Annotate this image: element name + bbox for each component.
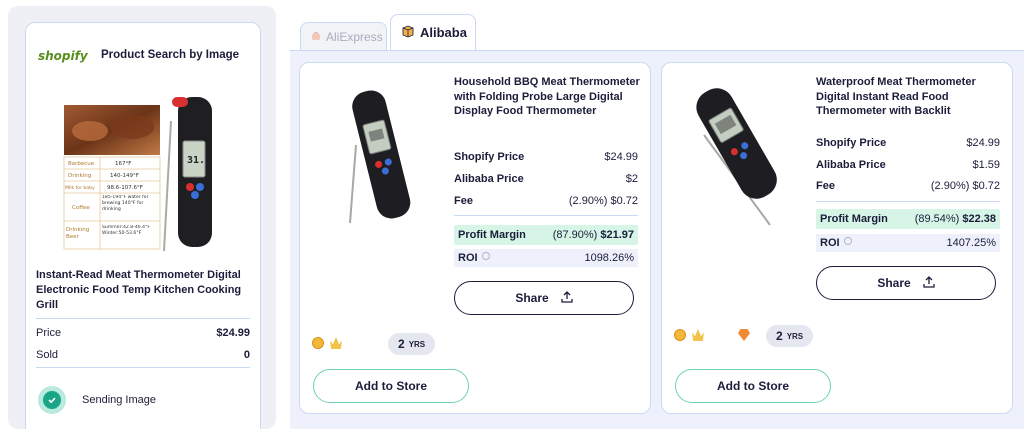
- shopify-price-row: Shopify Price $24.99: [454, 151, 638, 163]
- source-product-card: shopify Product Search by Image Barbecue…: [25, 22, 261, 429]
- image-table-value: 98.6-107.6°F: [107, 185, 143, 191]
- profit-margin-value: $22.38: [962, 213, 996, 225]
- add-to-store-button[interactable]: Add to Store: [675, 369, 831, 403]
- source-product-title: Instant-Read Meat Thermometer Digital El…: [36, 269, 242, 311]
- product-card: Waterproof Meat Thermometer Digital Inst…: [661, 62, 1013, 414]
- image-table-label: Coffee: [72, 205, 90, 211]
- crown-icon: [692, 329, 704, 341]
- shopify-price-label: Shopify Price: [816, 137, 887, 149]
- profit-margin-row: Profit Margin (87.90%) $21.97: [454, 225, 638, 245]
- alibaba-price-label: Alibaba Price: [816, 159, 886, 171]
- roi-label: ROI: [458, 252, 478, 264]
- alibaba-price-value: $2: [625, 173, 638, 185]
- years-value: 2: [776, 329, 783, 343]
- alibaba-price-row: Alibaba Price $1.59: [816, 159, 1000, 171]
- profit-margin-percent: (89.54%): [914, 213, 960, 225]
- roi-value: 1407.25%: [946, 237, 996, 249]
- source-product-image: Barbecue 167°F Drinking 140-149°F Milk f…: [60, 91, 230, 256]
- aliexpress-icon: [311, 30, 321, 44]
- price-label: Price: [36, 327, 62, 339]
- fee-label: Fee: [454, 195, 473, 207]
- share-label: Share: [515, 291, 549, 305]
- shopify-price-label: Shopify Price: [454, 151, 525, 163]
- product-image[interactable]: [674, 75, 800, 235]
- search-panel: shopify Product Search by Image Barbecue…: [8, 6, 276, 429]
- image-table-value: 167°F: [115, 161, 131, 167]
- panel-title: Product Search by Image: [101, 49, 240, 61]
- image-table-label: Drinking: [68, 173, 91, 179]
- tab-aliexpress[interactable]: AliExpress: [300, 22, 387, 50]
- add-to-store-button[interactable]: Add to Store: [313, 369, 469, 403]
- years-unit: YRS: [786, 331, 804, 341]
- info-icon[interactable]: [843, 237, 852, 245]
- product-image[interactable]: [312, 75, 438, 235]
- supplier-years-badge: 2 YRS: [766, 325, 814, 347]
- divider: [36, 367, 250, 368]
- supplier-badges: [674, 329, 750, 341]
- coin-icon: [674, 329, 686, 341]
- profit-margin-percent: (87.90%): [552, 229, 598, 241]
- years-value: 2: [398, 337, 405, 351]
- sold-row: Sold 0: [36, 349, 250, 361]
- fee-row: Fee (2.90%) $0.72: [454, 195, 638, 207]
- divider: [454, 215, 638, 216]
- shopify-price-row: Shopify Price $24.99: [816, 137, 1000, 149]
- image-table-value: 140-149°F: [110, 173, 139, 179]
- fee-value: (2.90%) $0.72: [930, 180, 1000, 192]
- diamond-icon: [738, 329, 750, 341]
- image-table-value: Summer:42.8-46.4°F Winter:50-53.6°F: [102, 225, 151, 236]
- image-table-label: Milk for baby: [65, 185, 95, 191]
- shopify-price-value: $24.99: [604, 151, 638, 163]
- alibaba-box-icon: [401, 24, 415, 41]
- share-button[interactable]: Share: [816, 266, 996, 300]
- profit-margin-label: Profit Margin: [458, 229, 526, 241]
- crown-icon: [330, 337, 342, 349]
- share-label: Share: [877, 276, 911, 290]
- sold-label: Sold: [36, 349, 59, 361]
- product-card: Household BBQ Meat Thermometer with Fold…: [299, 62, 651, 414]
- roi-row: ROI 1407.25%: [816, 234, 1000, 252]
- profit-margin-label: Profit Margin: [820, 213, 888, 225]
- tab-label: Alibaba: [420, 25, 467, 40]
- image-table-value: 185-194°F water for brewing 140°F for dr…: [102, 195, 149, 212]
- product-title[interactable]: Household BBQ Meat Thermometer with Fold…: [454, 75, 640, 119]
- supplier-years-badge: 2 YRS: [388, 333, 436, 355]
- status-text: Sending Image: [82, 394, 156, 406]
- supplier-badges: [312, 337, 342, 349]
- shopify-price-value: $24.99: [966, 137, 1000, 149]
- roi-value: 1098.26%: [584, 252, 634, 264]
- divider: [36, 318, 250, 319]
- image-table-label: Barbecue: [68, 161, 95, 167]
- product-title[interactable]: Waterproof Meat Thermometer Digital Inst…: [816, 75, 1002, 119]
- price-row: Price $24.99: [36, 327, 250, 339]
- fee-label: Fee: [816, 180, 835, 192]
- tab-label: AliExpress: [326, 29, 383, 44]
- check-icon: [38, 386, 66, 414]
- alibaba-price-row: Alibaba Price $2: [454, 173, 638, 185]
- info-icon[interactable]: [481, 252, 490, 260]
- shopify-logo: shopify: [38, 49, 88, 63]
- fee-row: Fee (2.90%) $0.72: [816, 180, 1000, 192]
- tab-alibaba[interactable]: Alibaba: [390, 14, 476, 50]
- fee-value: (2.90%) $0.72: [568, 195, 638, 207]
- years-unit: YRS: [408, 339, 426, 349]
- price-value: $24.99: [216, 327, 250, 339]
- alibaba-price-label: Alibaba Price: [454, 173, 524, 185]
- alibaba-price-value: $1.59: [972, 159, 1000, 171]
- sold-value: 0: [243, 349, 250, 361]
- thermometer-readout: 31.5: [187, 155, 211, 166]
- profit-margin-row: Profit Margin (89.54%) $22.38: [816, 209, 1000, 229]
- upload-icon: [923, 275, 935, 291]
- profit-margin-value: $21.97: [600, 229, 634, 241]
- share-button[interactable]: Share: [454, 281, 634, 315]
- upload-icon: [561, 290, 573, 306]
- roi-label: ROI: [820, 237, 840, 249]
- sending-status: Sending Image: [38, 386, 156, 414]
- image-table-label: Drinking Beer: [66, 227, 90, 240]
- roi-row: ROI 1098.26%: [454, 249, 638, 267]
- divider: [816, 201, 1000, 202]
- coin-icon: [312, 337, 324, 349]
